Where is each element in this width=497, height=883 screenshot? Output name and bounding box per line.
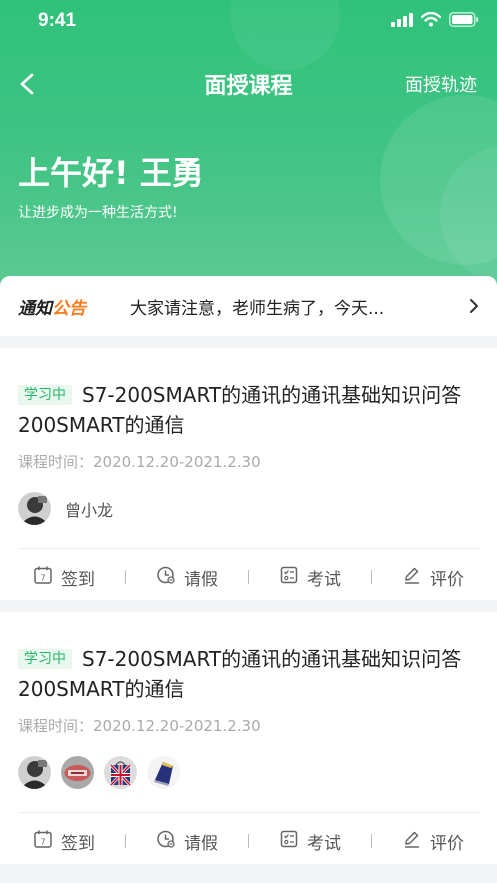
notice-text[interactable]: 大家请注意，老师生病了，今天...: [130, 294, 384, 319]
calendar-icon: 7: [33, 565, 53, 590]
separator: [371, 570, 372, 584]
checkin-label: 签到: [61, 833, 95, 854]
divider: [18, 812, 479, 813]
status-time: 9:41: [38, 10, 77, 31]
wifi-icon: [420, 11, 442, 31]
leave-label: 请假: [184, 833, 218, 854]
teacher-list: 曾小龙: [18, 492, 113, 525]
review-label: 评价: [430, 833, 464, 854]
pencil-icon: [402, 565, 422, 590]
exam-icon: [279, 829, 299, 854]
leave-button[interactable]: 请假: [156, 565, 218, 590]
action-bar: 7 签到 请假 考试 评价: [0, 562, 497, 592]
checkin-button[interactable]: 7 签到: [33, 565, 95, 590]
separator: [125, 834, 126, 848]
pencil-icon: [402, 829, 422, 854]
course-time: 课程时间：2020.12.20-2021.2.30: [18, 453, 261, 471]
review-button[interactable]: 评价: [402, 565, 464, 590]
checkin-label: 签到: [61, 569, 95, 590]
course-title-text: S7-200SMART的通讯的通讯基础知识问答200SMART的通信: [18, 647, 462, 701]
review-label: 评价: [430, 569, 464, 590]
leave-icon: [156, 565, 176, 590]
exam-label: 考试: [307, 833, 341, 854]
notice-bar[interactable]: 通知公告 大家请注意，老师生病了，今天...: [0, 276, 497, 336]
navigation-bar: 面授课程 面授轨迹: [0, 62, 497, 106]
exam-button[interactable]: 考试: [279, 565, 341, 590]
separator: [125, 570, 126, 584]
separator: [248, 570, 249, 584]
course-title-text: S7-200SMART的通讯的通讯基础知识问答200SMART的通信: [18, 383, 462, 437]
course-time: 课程时间：2020.12.20-2021.2.30: [18, 717, 261, 735]
battery-icon: [449, 12, 479, 31]
track-link[interactable]: 面授轨迹: [405, 71, 477, 97]
leave-icon: [156, 829, 176, 854]
notice-logo-part2: 公告: [52, 299, 86, 319]
avatar[interactable]: [18, 492, 51, 525]
teacher-name: 曾小龙: [65, 500, 114, 520]
svg-text:7: 7: [40, 573, 45, 582]
separator: [248, 834, 249, 848]
separator: [371, 834, 372, 848]
course-title[interactable]: 学习中 S7-200SMART的通讯的通讯基础知识问答200SMART的通信: [18, 380, 468, 440]
chevron-right-icon[interactable]: [469, 298, 479, 314]
svg-text:7: 7: [40, 837, 45, 846]
leave-label: 请假: [184, 569, 218, 590]
greeting-text: 上午好! 王勇: [18, 154, 204, 192]
exam-button[interactable]: 考试: [279, 829, 341, 854]
status-badge: 学习中: [18, 385, 72, 405]
review-button[interactable]: 评价: [402, 829, 464, 854]
divider: [18, 548, 479, 549]
course-title[interactable]: 学习中 S7-200SMART的通讯的通讯基础知识问答200SMART的通信: [18, 644, 468, 704]
course-card[interactable]: 学习中 S7-200SMART的通讯的通讯基础知识问答200SMART的通信 课程…: [0, 612, 497, 864]
status-badge: 学习中: [18, 649, 72, 669]
avatar[interactable]: [104, 756, 137, 789]
exam-icon: [279, 565, 299, 590]
avatar[interactable]: [61, 756, 94, 789]
notice-logo: 通知公告: [18, 294, 86, 319]
avatar[interactable]: [18, 756, 51, 789]
checkin-button[interactable]: 7 签到: [33, 829, 95, 854]
notice-logo-part1: 通知: [18, 299, 52, 319]
status-bar: 9:41: [0, 0, 497, 44]
header-banner: 9:41 面授课程 面授轨迹 上午好! 王勇 让进步成为一种生活方式!: [0, 0, 497, 300]
action-bar: 7 签到 请假 考试 评价: [0, 826, 497, 856]
slogan-text: 让进步成为一种生活方式!: [18, 205, 178, 221]
calendar-icon: 7: [33, 829, 53, 854]
leave-button[interactable]: 请假: [156, 829, 218, 854]
course-card[interactable]: 学习中 S7-200SMART的通讯的通讯基础知识问答200SMART的通信 课程…: [0, 348, 497, 600]
teacher-list: [18, 756, 180, 789]
avatar[interactable]: [147, 756, 180, 789]
signal-icon: [391, 12, 413, 31]
exam-label: 考试: [307, 569, 341, 590]
